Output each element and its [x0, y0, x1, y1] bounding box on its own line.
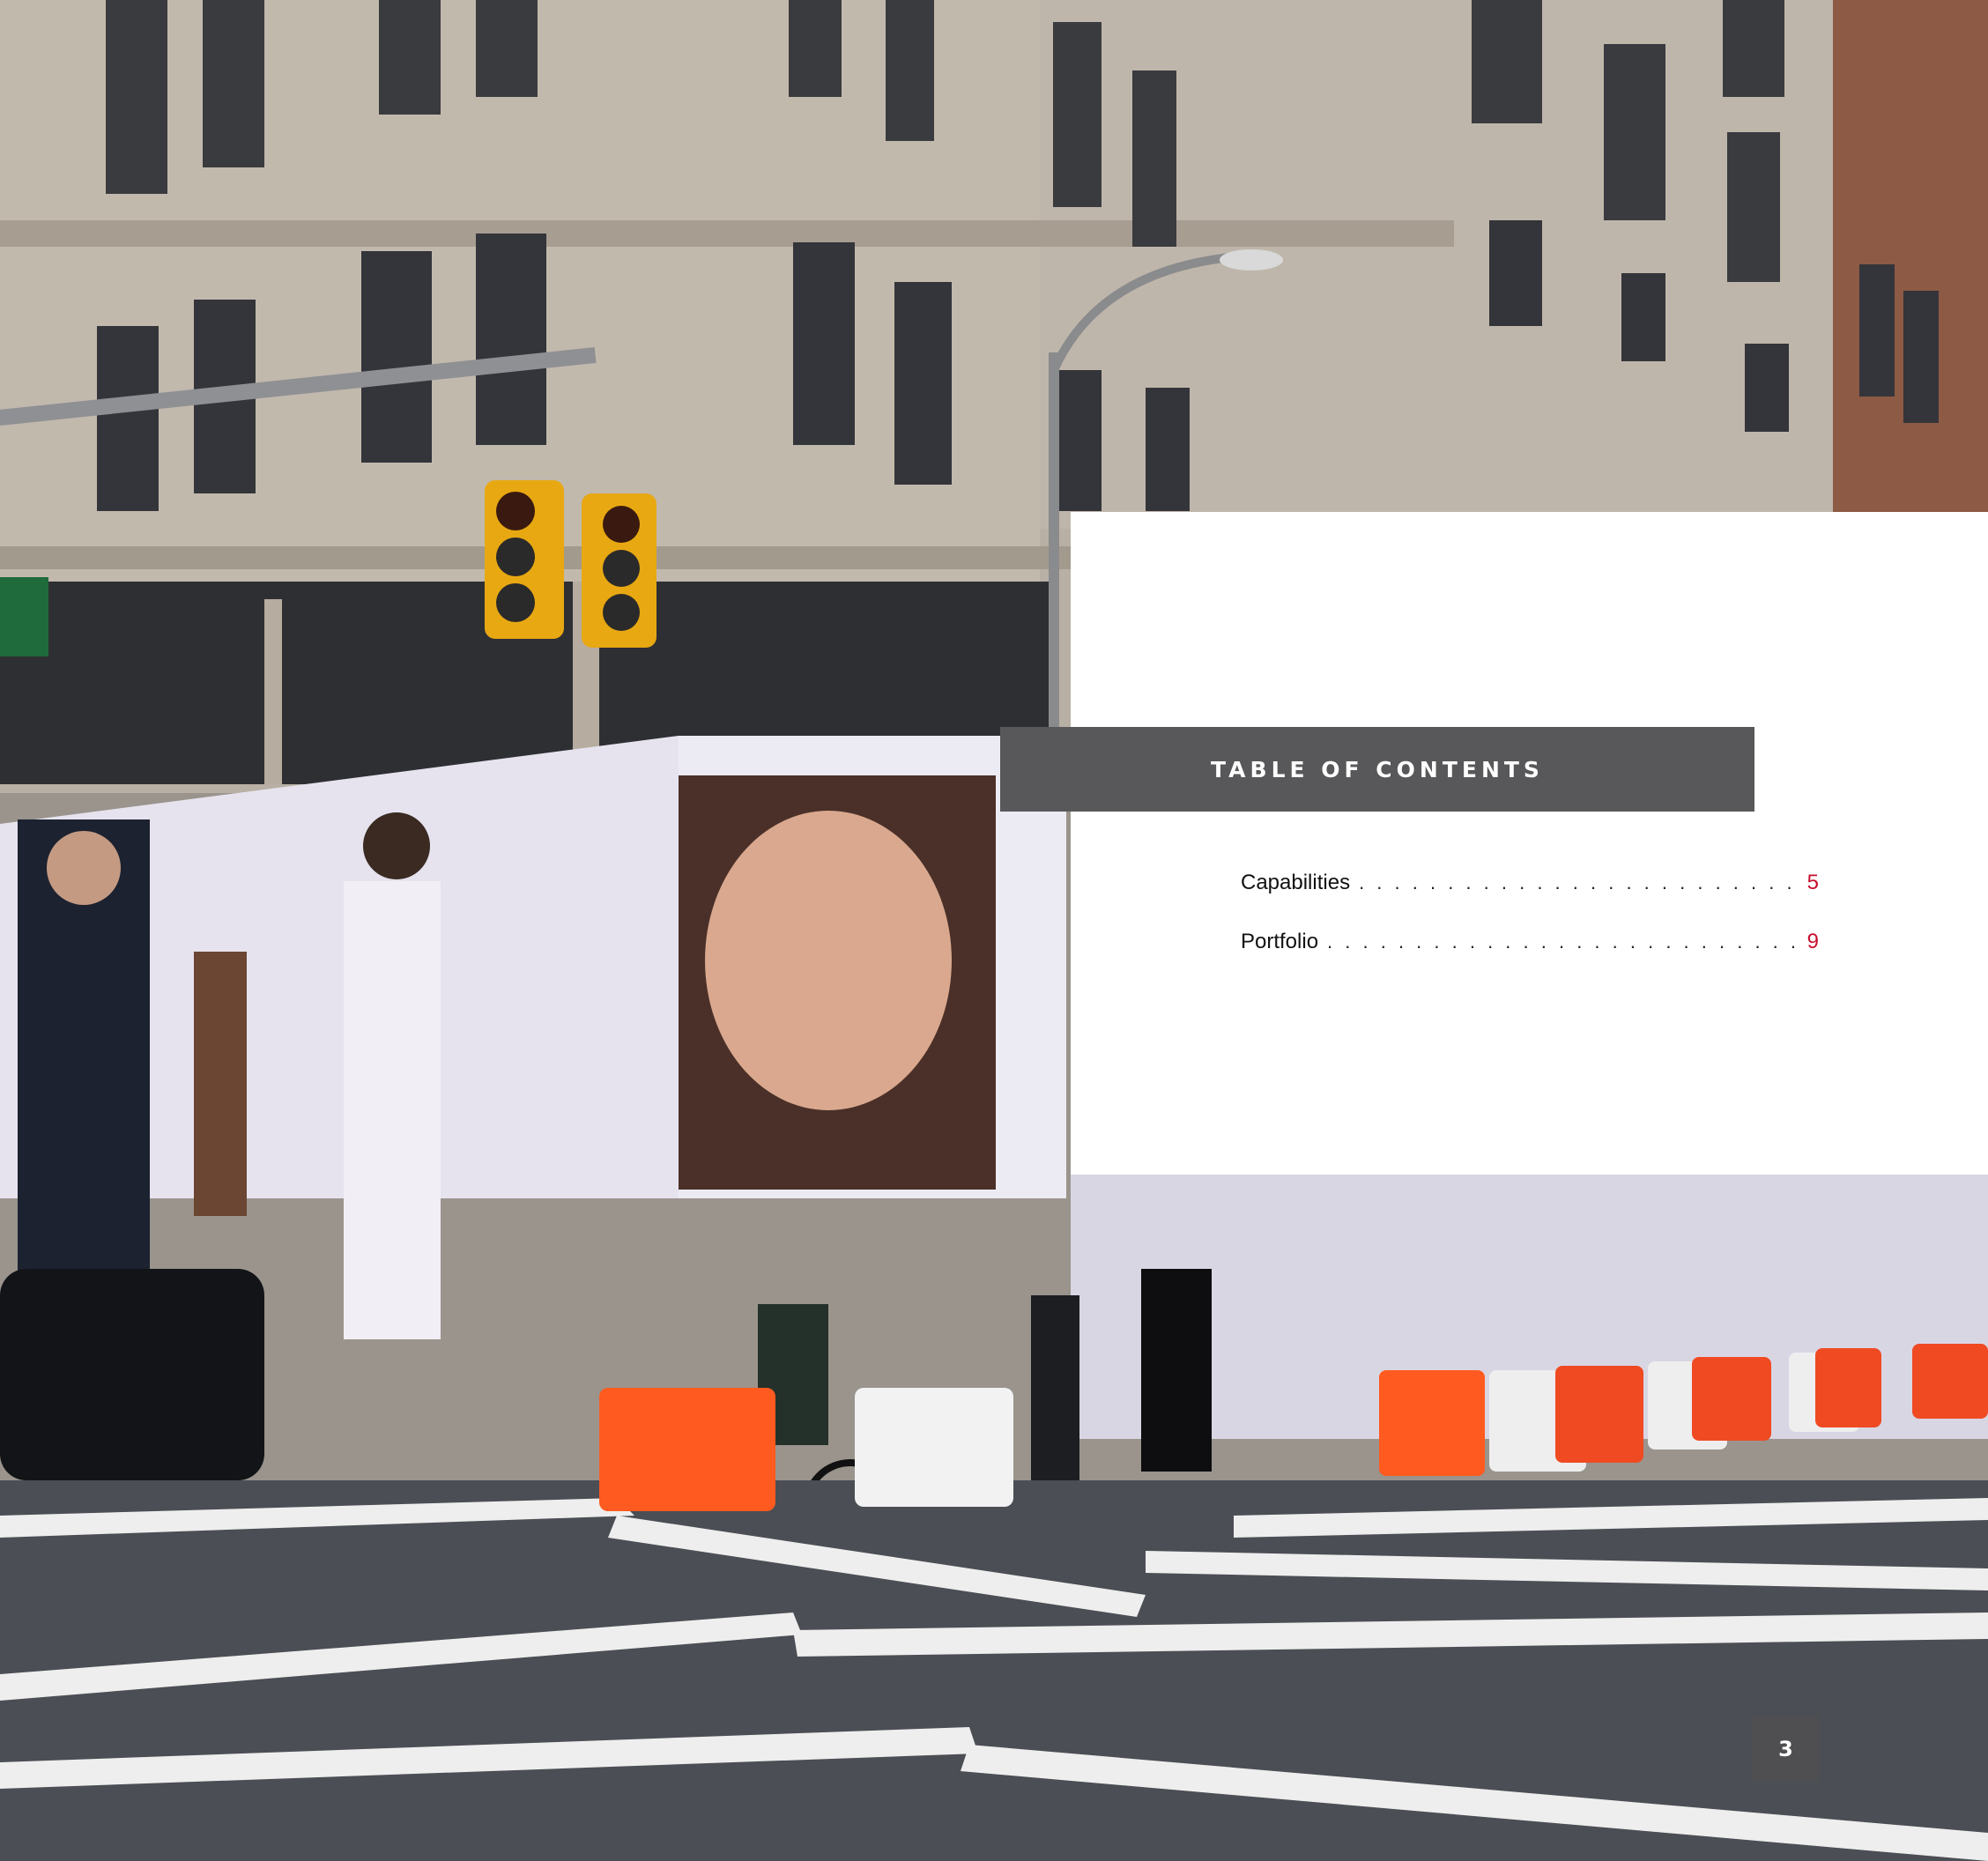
toc-entry-label: Capabilities	[1241, 871, 1351, 894]
toc-leader-dots: . . . . . . . . . . . . . . . . . . . . …	[1359, 871, 1799, 893]
toc-entry-capabilities[interactable]: Capabilities . . . . . . . . . . . . . .…	[1241, 871, 1819, 902]
toc-entry-portfolio[interactable]: Portfolio . . . . . . . . . . . . . . . …	[1241, 930, 1819, 961]
toc-leader-dots: . . . . . . . . . . . . . . . . . . . . …	[1327, 930, 1799, 953]
page-number-badge: 3	[1753, 1716, 1819, 1782]
page-number: 3	[1778, 1737, 1793, 1761]
toc-entry-page: 9	[1806, 930, 1819, 953]
toc-list: Capabilities . . . . . . . . . . . . . .…	[1241, 871, 1819, 989]
toc-entry-label: Portfolio	[1241, 930, 1319, 953]
toc-header-bar: TABLE OF CONTENTS	[1000, 727, 1754, 812]
toc-title: TABLE OF CONTENTS	[1211, 756, 1544, 782]
toc-panel	[1071, 512, 1988, 1175]
toc-entry-page: 5	[1806, 871, 1819, 894]
